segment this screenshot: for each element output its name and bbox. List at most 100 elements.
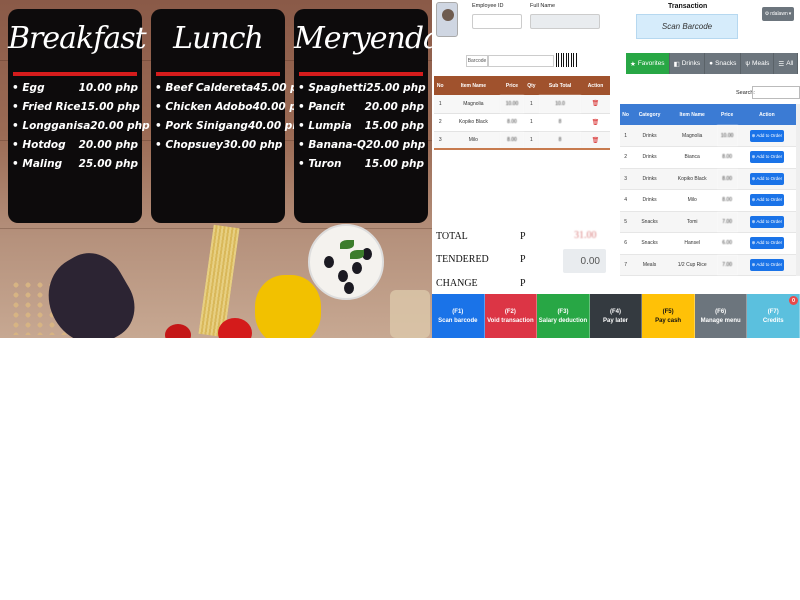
cell-no: 2 — [434, 113, 447, 132]
cell-action: ⊕ Add to Order — [737, 146, 796, 169]
add-to-order-label: Add to Order — [756, 218, 783, 224]
cell-action: 🗑 — [580, 95, 610, 114]
product-table-header: No Category Item Name Price Action — [620, 104, 796, 125]
menu-item: Chopsuey30.00 php — [155, 139, 282, 158]
tab-meals[interactable]: ψ Meals — [741, 53, 775, 74]
col-header[interactable]: Qty — [523, 76, 540, 95]
avatar — [436, 2, 458, 37]
col-header[interactable]: Price — [716, 104, 738, 125]
cell-price: 6.00 — [716, 232, 738, 255]
col-header[interactable]: Item Name — [667, 104, 717, 125]
tab-snacks[interactable]: ● Snacks — [705, 53, 742, 74]
total-value: 31.00 — [574, 230, 597, 241]
product-table-scrollbar[interactable] — [796, 104, 800, 276]
olive-bowl-decoration — [308, 224, 384, 300]
function-key-code: (F7) — [767, 308, 779, 315]
cell-no: 1 — [434, 95, 447, 114]
add-to-order-button[interactable]: ⊕ Add to Order — [749, 258, 785, 271]
barcode-input[interactable] — [488, 55, 554, 67]
menu-item-price: 20.00 php — [78, 139, 138, 151]
cell-qty[interactable]: 1 — [523, 131, 540, 150]
tab-all[interactable]: ☰ All — [774, 53, 799, 74]
cell-no: 3 — [620, 168, 632, 190]
board-underline — [13, 72, 137, 76]
function-key-code: (F2) — [504, 308, 516, 315]
col-header[interactable]: Action — [580, 76, 610, 95]
function-key-1[interactable]: (F1) Scan barcode — [432, 294, 485, 338]
function-key-3[interactable]: (F3) Salary deduction — [537, 294, 590, 338]
board-title: Breakfast — [8, 21, 147, 56]
trash-icon[interactable]: 🗑 — [592, 138, 600, 144]
tab-drinks[interactable]: ◧ Drinks — [669, 53, 706, 74]
menu-item-name: Longganisa — [12, 120, 90, 139]
menu-item: Chicken Adobo40.00 php — [155, 101, 312, 120]
add-to-order-button[interactable]: ⊕ Add to Order — [749, 215, 785, 228]
function-key-code: (F4) — [610, 308, 622, 315]
search-input[interactable] — [752, 86, 800, 99]
menu-item: Spaghetti25.00 php — [298, 82, 425, 101]
board-items: Beef Caldereta45.00 phpChicken Adobo40.0… — [155, 82, 312, 158]
menu-item-name: Beef Caldereta — [155, 82, 253, 101]
cell-action: 🗑 — [580, 131, 610, 150]
menu-item-name: Pork Sinigang — [155, 120, 248, 139]
col-header[interactable]: Price — [500, 76, 524, 95]
function-key-5[interactable]: (F5) Pay cash — [642, 294, 695, 338]
col-header[interactable]: No — [434, 76, 447, 95]
cookie-icon: ● — [709, 60, 714, 67]
board-title: Lunch — [173, 21, 264, 56]
menu-item: Banana-Q20.00 php — [298, 139, 425, 158]
cell-action: ⊕ Add to Order — [737, 189, 796, 212]
cell-category: Drinks — [631, 168, 668, 190]
menu-item: Pork Sinigang40.00 php — [155, 120, 307, 139]
add-to-order-button[interactable]: ⊕ Add to Order — [749, 172, 785, 185]
col-header[interactable]: No — [620, 104, 632, 125]
tendered-currency: P — [520, 254, 526, 265]
menu-board-meryenda: Meryenda Spaghetti25.00 phpPancit20.00 p… — [294, 9, 432, 223]
trash-icon[interactable]: 🗑 — [592, 101, 600, 107]
table-row: 6 Snacks Hansel 6.00 ⊕ Add to Order — [620, 232, 796, 255]
tab-favorites[interactable]: ★ Favorites — [626, 53, 670, 74]
cell-no: 1 — [620, 125, 632, 147]
col-header[interactable]: Sub Total — [539, 76, 581, 95]
total-currency: P — [520, 231, 526, 242]
menu-item: Pancit 20.00 php — [298, 101, 424, 120]
trash-icon[interactable]: 🗑 — [592, 120, 600, 126]
cell-action: ⊕ Add to Order — [737, 232, 796, 255]
add-to-order-button[interactable]: ⊕ Add to Order — [749, 194, 785, 207]
board-items: Spaghetti25.00 phpPancit20.00 phpLumpia1… — [298, 82, 425, 177]
change-label: CHANGE — [436, 278, 478, 289]
table-row: 4 Drinks Milo 8.00 ⊕ Add to Order — [620, 189, 796, 212]
cell-category: Snacks — [631, 211, 668, 233]
function-key-7[interactable]: (F7) Credits 0 — [747, 294, 800, 338]
cell-qty[interactable]: 1 — [523, 113, 540, 132]
tendered-input[interactable]: 0.00 — [563, 249, 606, 273]
cell-action: ⊕ Add to Order — [737, 125, 796, 147]
employee-id-field[interactable] — [472, 14, 522, 29]
col-header: Action — [737, 104, 796, 125]
caret-down-icon: ▾ — [788, 11, 792, 17]
cell-qty[interactable]: 1 — [523, 95, 540, 114]
function-key-6[interactable]: (F6) Manage menu — [694, 294, 748, 338]
cell-category: Drinks — [631, 146, 668, 169]
col-header[interactable]: Category — [631, 104, 668, 125]
add-to-order-label: Add to Order — [756, 132, 783, 138]
col-header[interactable]: Item Name — [446, 76, 501, 95]
user-menu-dropdown[interactable]: ⚙ rdalawn ▾ — [762, 7, 794, 21]
menu-board-area: Breakfast Egg10.00 phpFried Rice15.00 ph… — [0, 0, 432, 338]
menu-item-name: Banana-Q — [298, 139, 366, 158]
function-key-4[interactable]: (F4) Pay later — [589, 294, 643, 338]
function-key-code: (F6) — [715, 308, 727, 315]
add-to-order-button[interactable]: ⊕ Add to Order — [749, 237, 785, 250]
function-key-code: (F3) — [557, 308, 569, 315]
function-key-label: Pay cash — [655, 317, 682, 324]
function-key-2[interactable]: (F2) Void transaction — [484, 294, 538, 338]
function-key-code: (F5) — [662, 308, 674, 315]
cell-category: Meals — [631, 254, 668, 276]
table-row: 5 Snacks Tomi 7.00 ⊕ Add to Order — [620, 211, 796, 233]
menu-item: Lumpia 15.00 php — [298, 120, 424, 139]
add-to-order-button[interactable]: ⊕ Add to Order — [749, 129, 785, 142]
add-to-order-label: Add to Order — [756, 175, 783, 181]
add-to-order-button[interactable]: ⊕ Add to Order — [749, 151, 785, 164]
cell-category: Drinks — [631, 189, 668, 212]
table-row: 2 Drinks Bianca 8.00 ⊕ Add to Order — [620, 146, 796, 169]
